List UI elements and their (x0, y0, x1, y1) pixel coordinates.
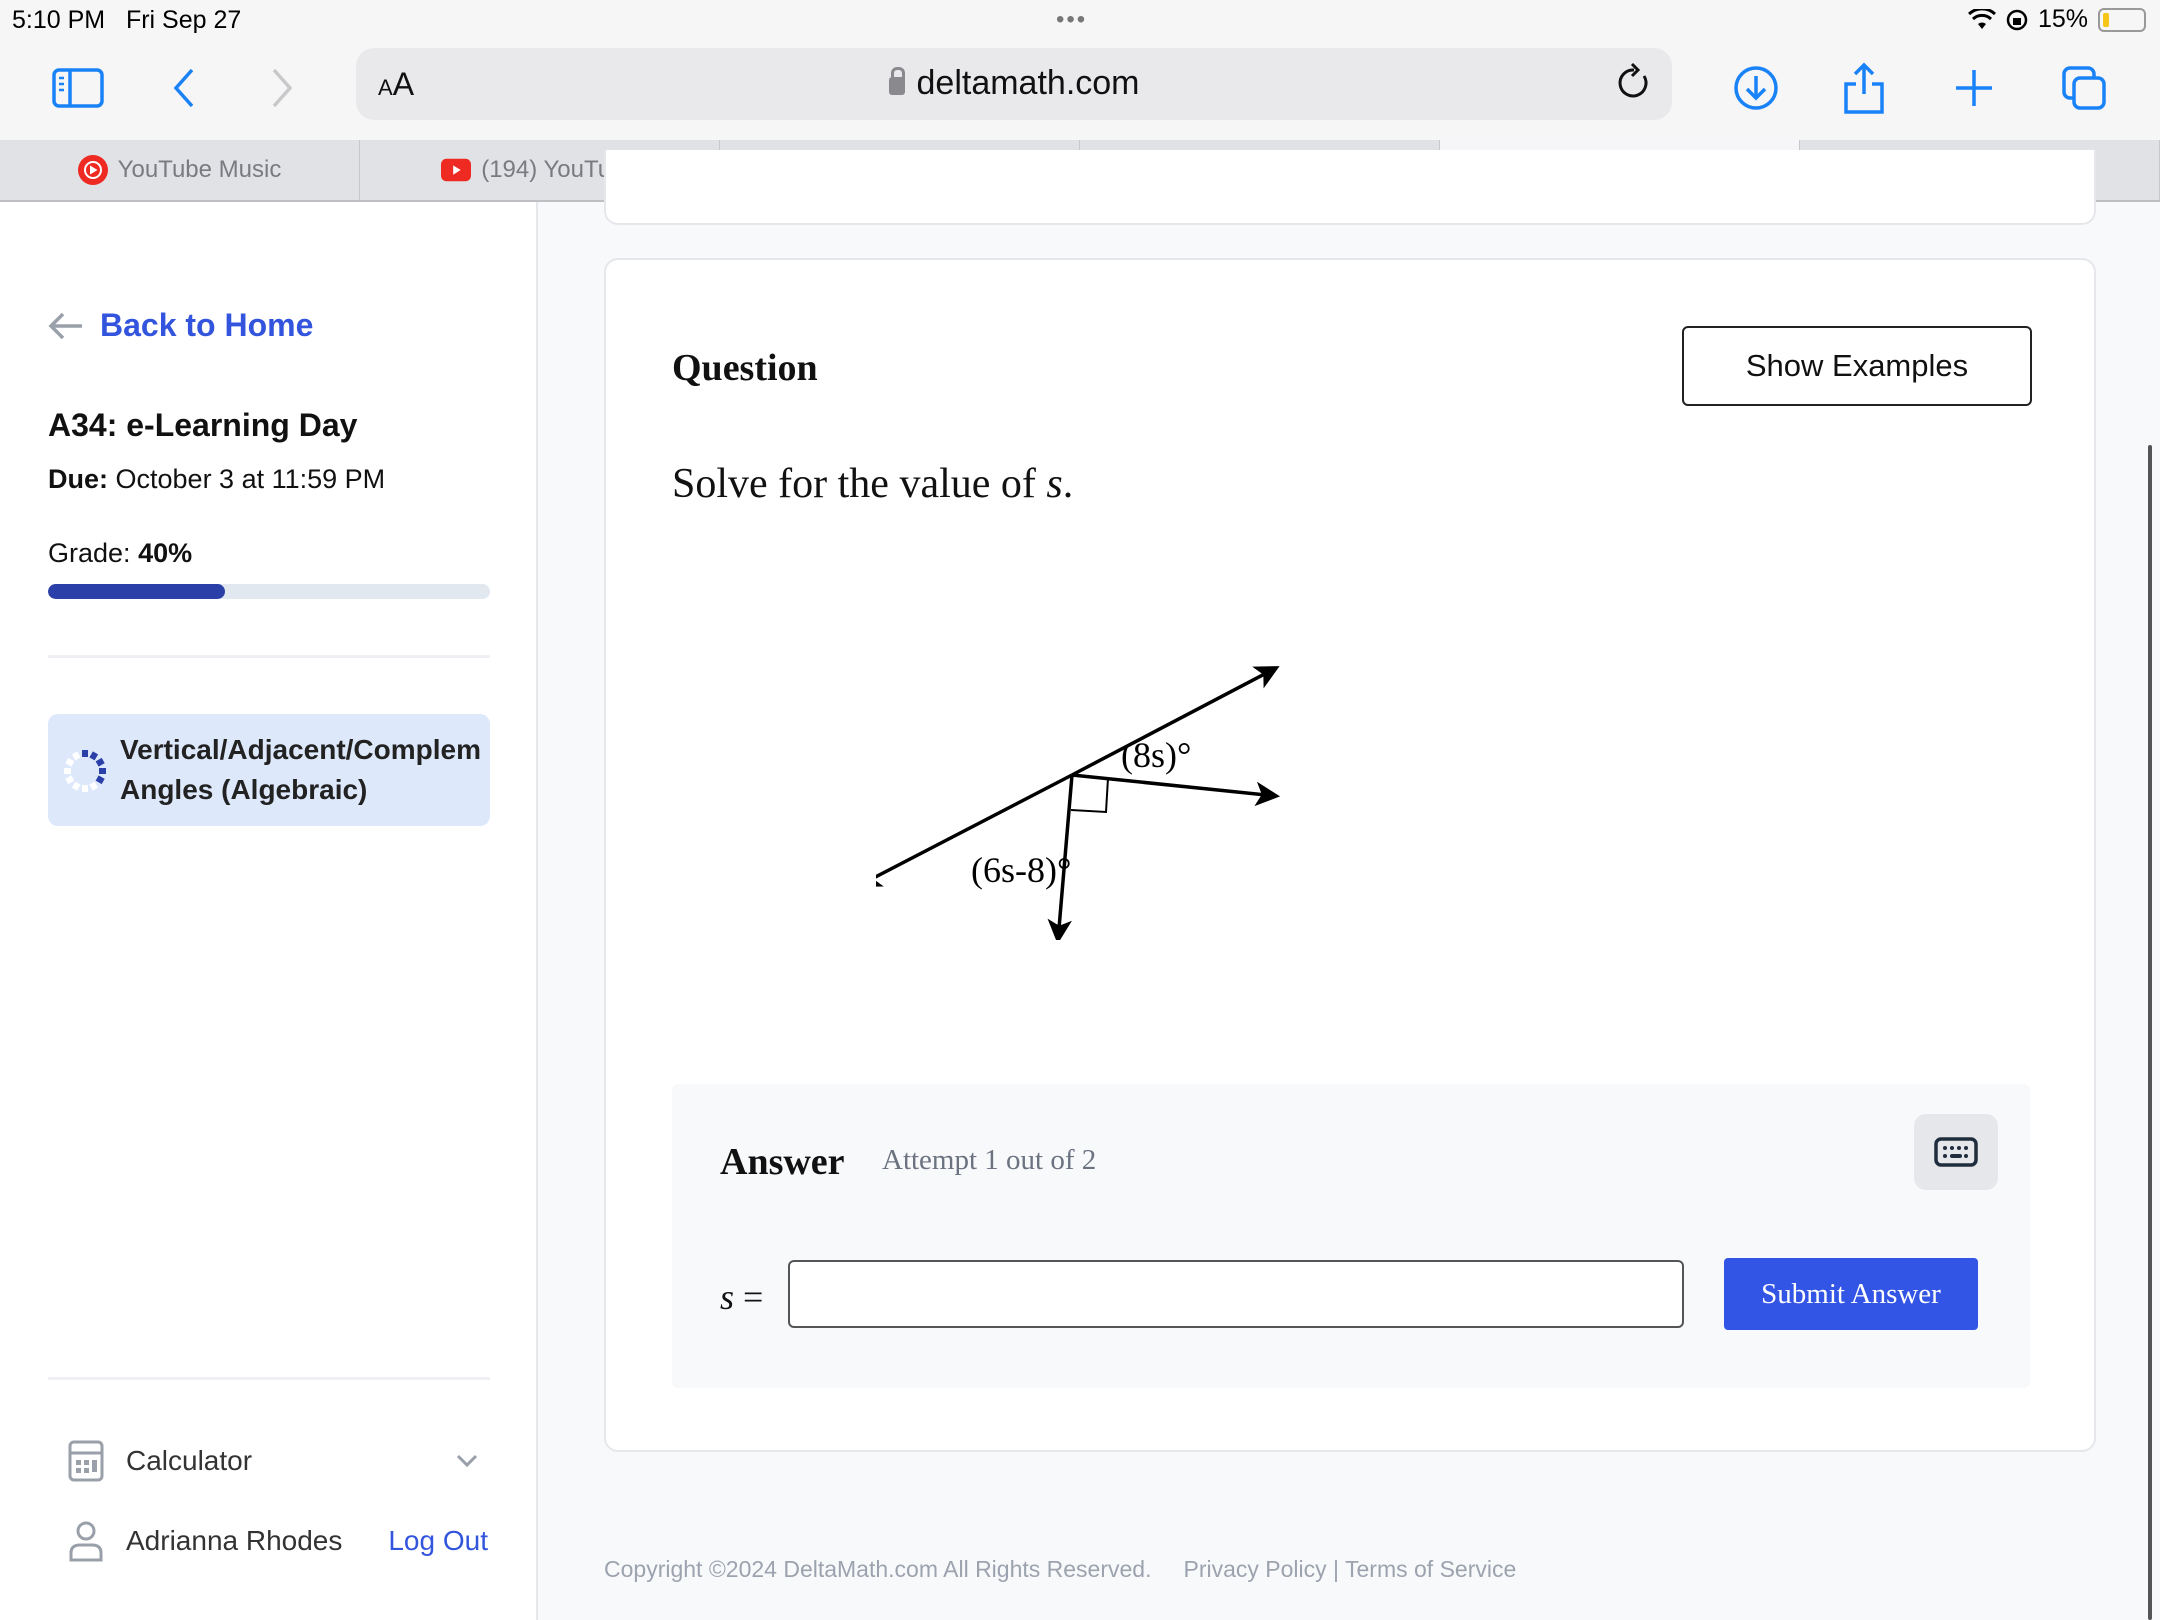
copyright-text: Copyright ©2024 DeltaMath.com All Rights… (604, 1556, 1152, 1582)
arrow-left-icon (48, 312, 82, 339)
wifi-icon (1967, 8, 1996, 29)
tab-label: YouTube Music (117, 156, 282, 183)
spinner-segment (95, 757, 105, 767)
new-tab-icon[interactable] (1944, 58, 2004, 118)
tab-overview-icon[interactable] (2054, 58, 2114, 118)
skill-label: Vertical/Adjacent/Complementary/Suppleme… (120, 734, 480, 805)
divider (48, 655, 490, 658)
sidebar: Back to Home A34: e-Learning Day Due: Oc… (0, 202, 538, 1620)
answer-input[interactable] (788, 1260, 1684, 1328)
answer-heading: Answer (720, 1141, 845, 1183)
question-card: Question Show Examples Solve for the val… (604, 258, 2096, 1452)
back-to-home-label: Back to Home (100, 307, 314, 343)
spinner-segment (71, 781, 81, 791)
submit-answer-button[interactable]: Submit Answer (1724, 1258, 1978, 1330)
progress-spinner-icon (62, 748, 108, 799)
orientation-lock-icon (2006, 9, 2028, 30)
multitasking-dots-icon[interactable]: ••• (1056, 6, 1087, 34)
status-indicators: 15% (1967, 5, 2146, 34)
assignment-title: A34: e-Learning Day (48, 407, 358, 443)
question-prompt: Solve for the value of s. (672, 461, 1074, 507)
privacy-policy-link[interactable]: Privacy Policy (1183, 1556, 1326, 1582)
spinner-segment (89, 751, 99, 761)
keyboard-icon (1934, 1137, 1978, 1167)
previous-card (604, 150, 2096, 225)
battery-percent: 15% (2037, 5, 2088, 33)
user-name: Adrianna Rhodes (126, 1525, 343, 1556)
calculator-icon (68, 1440, 104, 1482)
back-to-home-link[interactable]: Back to Home (48, 307, 313, 344)
page-scrollbar[interactable] (2148, 445, 2152, 1620)
calculator-toggle[interactable]: Calculator (68, 1440, 478, 1482)
browser-toolbar: AA deltamath.com (0, 40, 2160, 140)
due-date: Due: October 3 at 11:59 PM (48, 464, 386, 494)
url-text[interactable]: deltamath.com (356, 64, 1672, 103)
grade: Grade: 40% (48, 538, 193, 568)
question-heading: Question (672, 347, 818, 389)
status-time: 5:10 PM Fri Sep 27 (12, 6, 242, 34)
divider (48, 1377, 490, 1380)
logout-link[interactable]: Log Out (388, 1525, 488, 1557)
attempt-counter: Attempt 1 out of 2 (882, 1144, 1097, 1176)
address-bar[interactable]: AA deltamath.com (356, 48, 1672, 120)
grade-progress-bar (48, 584, 490, 599)
footer: Copyright ©2024 DeltaMath.com All Rights… (604, 1556, 1516, 1583)
grade-progress-fill (48, 584, 225, 599)
reload-icon[interactable] (1616, 62, 1652, 107)
calculator-label: Calculator (126, 1445, 253, 1476)
terms-of-service-link[interactable]: Terms of Service (1345, 1556, 1516, 1582)
keyboard-toggle-button[interactable] (1914, 1114, 1998, 1190)
user-row: Adrianna Rhodes Log Out (68, 1520, 488, 1562)
angle-label-top: (8s)° (1121, 735, 1191, 775)
spinner-segment (65, 775, 75, 785)
ray-right (1071, 773, 1281, 807)
answer-section: Answer Attempt 1 out of 2 s = Submit Ans… (672, 1084, 2030, 1388)
sidebar-toggle-icon[interactable] (48, 58, 108, 118)
browser-tab[interactable]: YouTube Music (0, 140, 360, 200)
battery-icon (2098, 7, 2146, 32)
youtube-icon (441, 155, 472, 185)
spinner-segment (95, 775, 105, 785)
right-angle-marker (1070, 777, 1109, 814)
back-nav-icon[interactable] (154, 58, 214, 118)
spinner-segment (89, 781, 99, 791)
status-bar: 5:10 PM Fri Sep 27 ••• 15% (0, 0, 2160, 40)
share-icon[interactable] (1834, 58, 1894, 118)
skill-item-active[interactable]: Vertical/Adjacent/Complementary/Suppleme… (48, 714, 490, 826)
show-examples-button[interactable]: Show Examples (1682, 326, 2032, 406)
chevron-down-icon[interactable] (456, 1454, 478, 1468)
forward-nav-icon[interactable] (252, 58, 312, 118)
user-icon (69, 1521, 103, 1562)
angle-diagram: (8s)° (6s-8)° (876, 666, 1281, 940)
angle-label-bottom: (6s-8)° (971, 850, 1071, 890)
youtube-music-icon (77, 155, 108, 185)
answer-variable-label: s = (720, 1277, 764, 1317)
spinner-segment (65, 757, 75, 767)
download-icon[interactable] (1726, 58, 1786, 118)
lock-icon (888, 67, 905, 95)
spinner-segment (71, 751, 81, 761)
footer-separator: | (1333, 1556, 1340, 1582)
